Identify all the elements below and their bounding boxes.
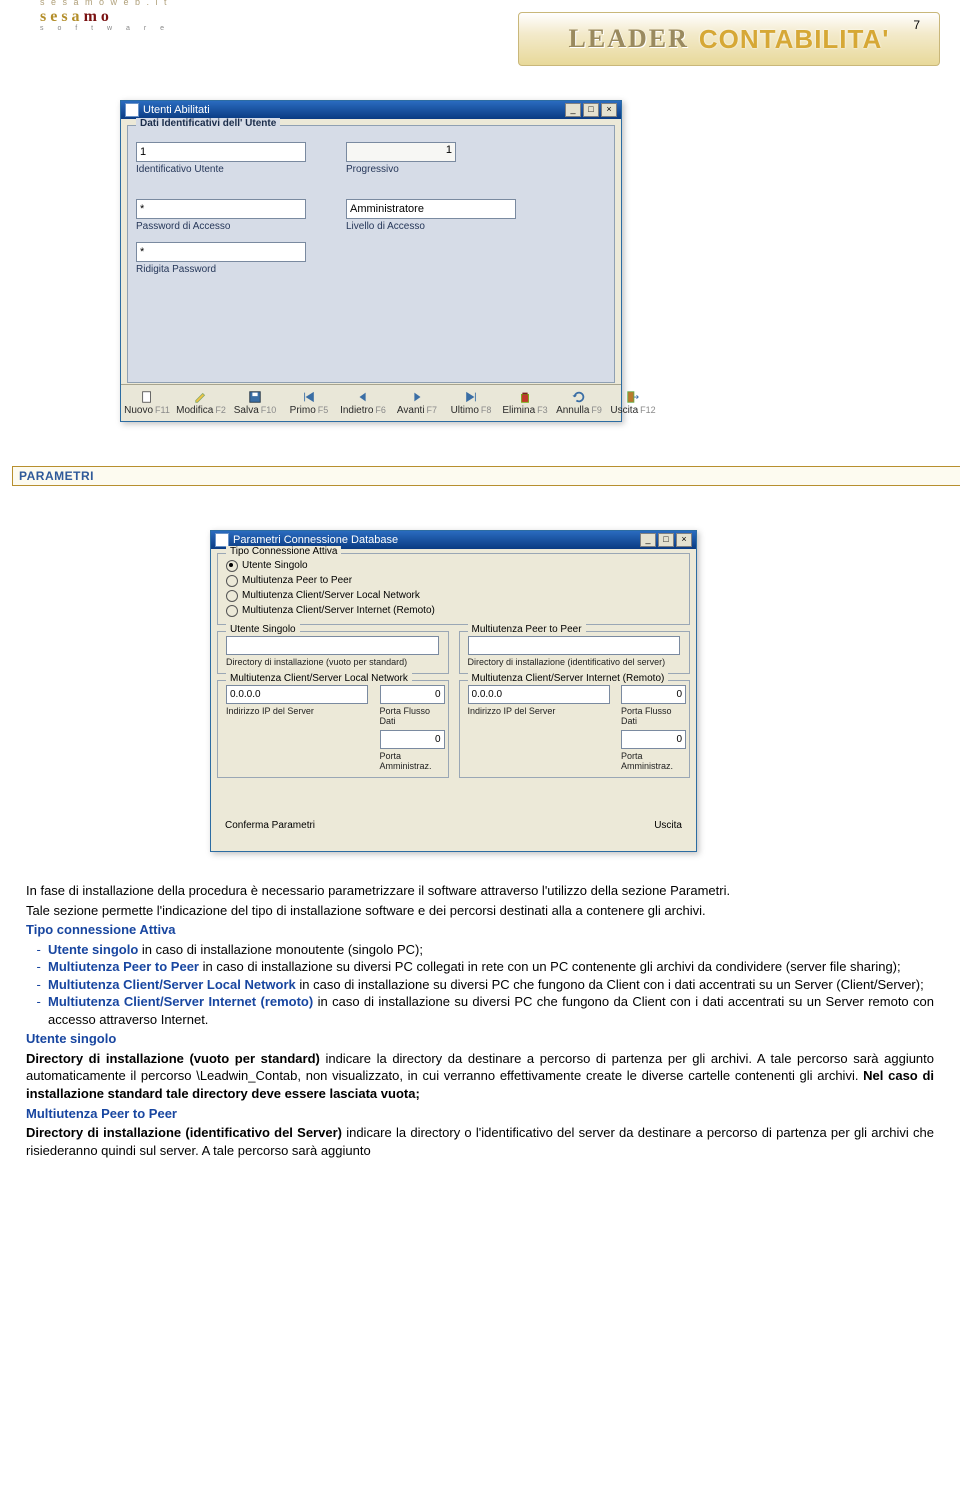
group-tipo-connessione: Tipo Connessione Attiva Utente Singolo M… <box>217 553 690 625</box>
uscita-button[interactable]: UscitaF12 <box>611 390 655 416</box>
window-icon <box>125 103 139 117</box>
group-title: Multiutenza Client/Server Local Network <box>226 673 412 684</box>
ridigita-label: Ridigita Password <box>136 264 306 275</box>
group-remoto: Multiutenza Client/Server Internet (Remo… <box>459 680 691 778</box>
heading-p2p: Multiutenza Peer to Peer <box>26 1106 177 1121</box>
local-port2-input[interactable] <box>380 730 445 749</box>
password-label: Password di Accesso <box>136 221 306 232</box>
window-title: Parametri Connessione Database <box>233 534 398 546</box>
remote-port2-input[interactable] <box>621 730 686 749</box>
ridigita-input[interactable] <box>136 242 306 262</box>
minimize-button[interactable]: _ <box>640 533 656 547</box>
group-title: Utente Singolo <box>226 624 300 635</box>
heading-utente-singolo: Utente singolo <box>26 1031 116 1046</box>
group-title: Multiutenza Client/Server Internet (Remo… <box>468 673 669 684</box>
radio-local-network[interactable]: Multiutenza Client/Server Local Network <box>226 588 681 603</box>
page-footer: s e s a m o w e b . i t sesamo s o f t w… <box>0 0 960 40</box>
dir-p2p-input[interactable] <box>468 636 681 655</box>
radio-remoto[interactable]: Multiutenza Client/Server Internet (Remo… <box>226 603 681 618</box>
ultimo-button[interactable]: UltimoF8 <box>449 390 493 416</box>
sesamo-logo: s e s a m o w e b . i t sesamo s o f t w… <box>40 0 170 32</box>
salva-icon <box>248 390 262 404</box>
maximize-button[interactable]: □ <box>658 533 674 547</box>
local-port2-label: Porta Amministraz. <box>380 751 440 771</box>
annulla-button[interactable]: AnnullaF9 <box>557 390 601 416</box>
group-title: Tipo Connessione Attiva <box>226 546 341 557</box>
remote-port1-input[interactable] <box>621 685 686 704</box>
ultimo-icon <box>464 390 478 404</box>
remote-port1-label: Porta Flusso Dati <box>621 706 681 726</box>
section-parametri-title: PARAMETRI <box>12 466 960 486</box>
identificativo-label: Identificativo Utente <box>136 164 306 175</box>
modifica-button[interactable]: ModificaF2 <box>179 390 223 416</box>
group-utente-singolo: Utente Singolo Directory di installazion… <box>217 631 449 674</box>
radio-icon <box>226 575 238 587</box>
elimina-icon <box>518 390 532 404</box>
elimina-button[interactable]: EliminaF3 <box>503 390 547 416</box>
window-icon <box>215 533 229 547</box>
group-local-network: Multiutenza Client/Server Local Network … <box>217 680 449 778</box>
remote-port2-label: Porta Amministraz. <box>621 751 681 771</box>
para: Tale sezione permette l'indicazione del … <box>26 902 934 920</box>
dir-p2p-label: Directory di installazione (identificati… <box>468 657 682 667</box>
sesamo-software: s o f t w a r e <box>40 25 170 32</box>
minimize-button[interactable]: _ <box>565 103 581 117</box>
avanti-button[interactable]: AvantiF7 <box>395 390 439 416</box>
window-parametri-connessione: Parametri Connessione Database _ □ × Tip… <box>210 530 697 852</box>
titlebar: Utenti Abilitati _ □ × <box>121 101 621 119</box>
salva-button[interactable]: SalvaF10 <box>233 390 277 416</box>
password-input[interactable] <box>136 199 306 219</box>
window-utenti-abilitati: Utenti Abilitati _ □ × Dati Identificati… <box>120 100 622 422</box>
groupbox-dati-utente: Dati Identificativi dell' Utente Identif… <box>127 125 615 383</box>
primo-icon <box>302 390 316 404</box>
dir-single-input[interactable] <box>226 636 439 655</box>
progressivo-value: 1 <box>346 142 456 162</box>
modifica-icon <box>194 390 208 404</box>
conferma-button[interactable]: Conferma Parametri <box>219 818 321 833</box>
avanti-icon <box>410 390 424 404</box>
uscita-button[interactable]: Uscita <box>648 818 688 833</box>
annulla-icon <box>572 390 586 404</box>
dir-single-label: Directory di installazione (vuoto per st… <box>226 657 440 667</box>
heading-tipo-connessione: Tipo connessione Attiva <box>26 922 176 937</box>
radio-p2p[interactable]: Multiutenza Peer to Peer <box>226 573 681 588</box>
local-ip-input[interactable] <box>226 685 368 704</box>
remote-ip-input[interactable] <box>468 685 610 704</box>
toolbar: NuovoF11 ModificaF2 SalvaF10 PrimoF5 Indietr… <box>121 384 621 421</box>
remote-ip-label: Indirizzo IP del Server <box>468 706 610 716</box>
sesamo-url: s e s a m o w e b . i t <box>40 0 170 7</box>
page-number: 7 <box>913 18 920 32</box>
local-port1-input[interactable] <box>380 685 445 704</box>
primo-button[interactable]: PrimoF5 <box>287 390 331 416</box>
nuovo-button[interactable]: NuovoF11 <box>125 390 169 416</box>
group-p2p: Multiutenza Peer to Peer Directory di in… <box>459 631 691 674</box>
identificativo-input[interactable] <box>136 142 306 162</box>
close-button[interactable]: × <box>676 533 692 547</box>
uscita-icon <box>626 390 640 404</box>
radio-icon <box>226 560 238 572</box>
local-port1-label: Porta Flusso Dati <box>380 706 440 726</box>
radio-icon <box>226 605 238 617</box>
document-body: In fase di installazione della procedura… <box>26 880 934 1161</box>
group-title: Multiutenza Peer to Peer <box>468 624 586 635</box>
nuovo-icon <box>140 390 154 404</box>
radio-utente-singolo[interactable]: Utente Singolo <box>226 558 681 573</box>
local-ip-label: Indirizzo IP del Server <box>226 706 368 716</box>
window-title: Utenti Abilitati <box>143 104 210 116</box>
radio-icon <box>226 590 238 602</box>
progressivo-label: Progressivo <box>346 164 456 175</box>
maximize-button[interactable]: □ <box>583 103 599 117</box>
indietro-button[interactable]: IndietroF6 <box>341 390 385 416</box>
livello-label: Livello di Accesso <box>346 221 516 232</box>
indietro-icon <box>356 390 370 404</box>
livello-input[interactable] <box>346 199 516 219</box>
group-title: Dati Identificativi dell' Utente <box>136 118 280 129</box>
close-button[interactable]: × <box>601 103 617 117</box>
para: In fase di installazione della procedura… <box>26 882 934 900</box>
